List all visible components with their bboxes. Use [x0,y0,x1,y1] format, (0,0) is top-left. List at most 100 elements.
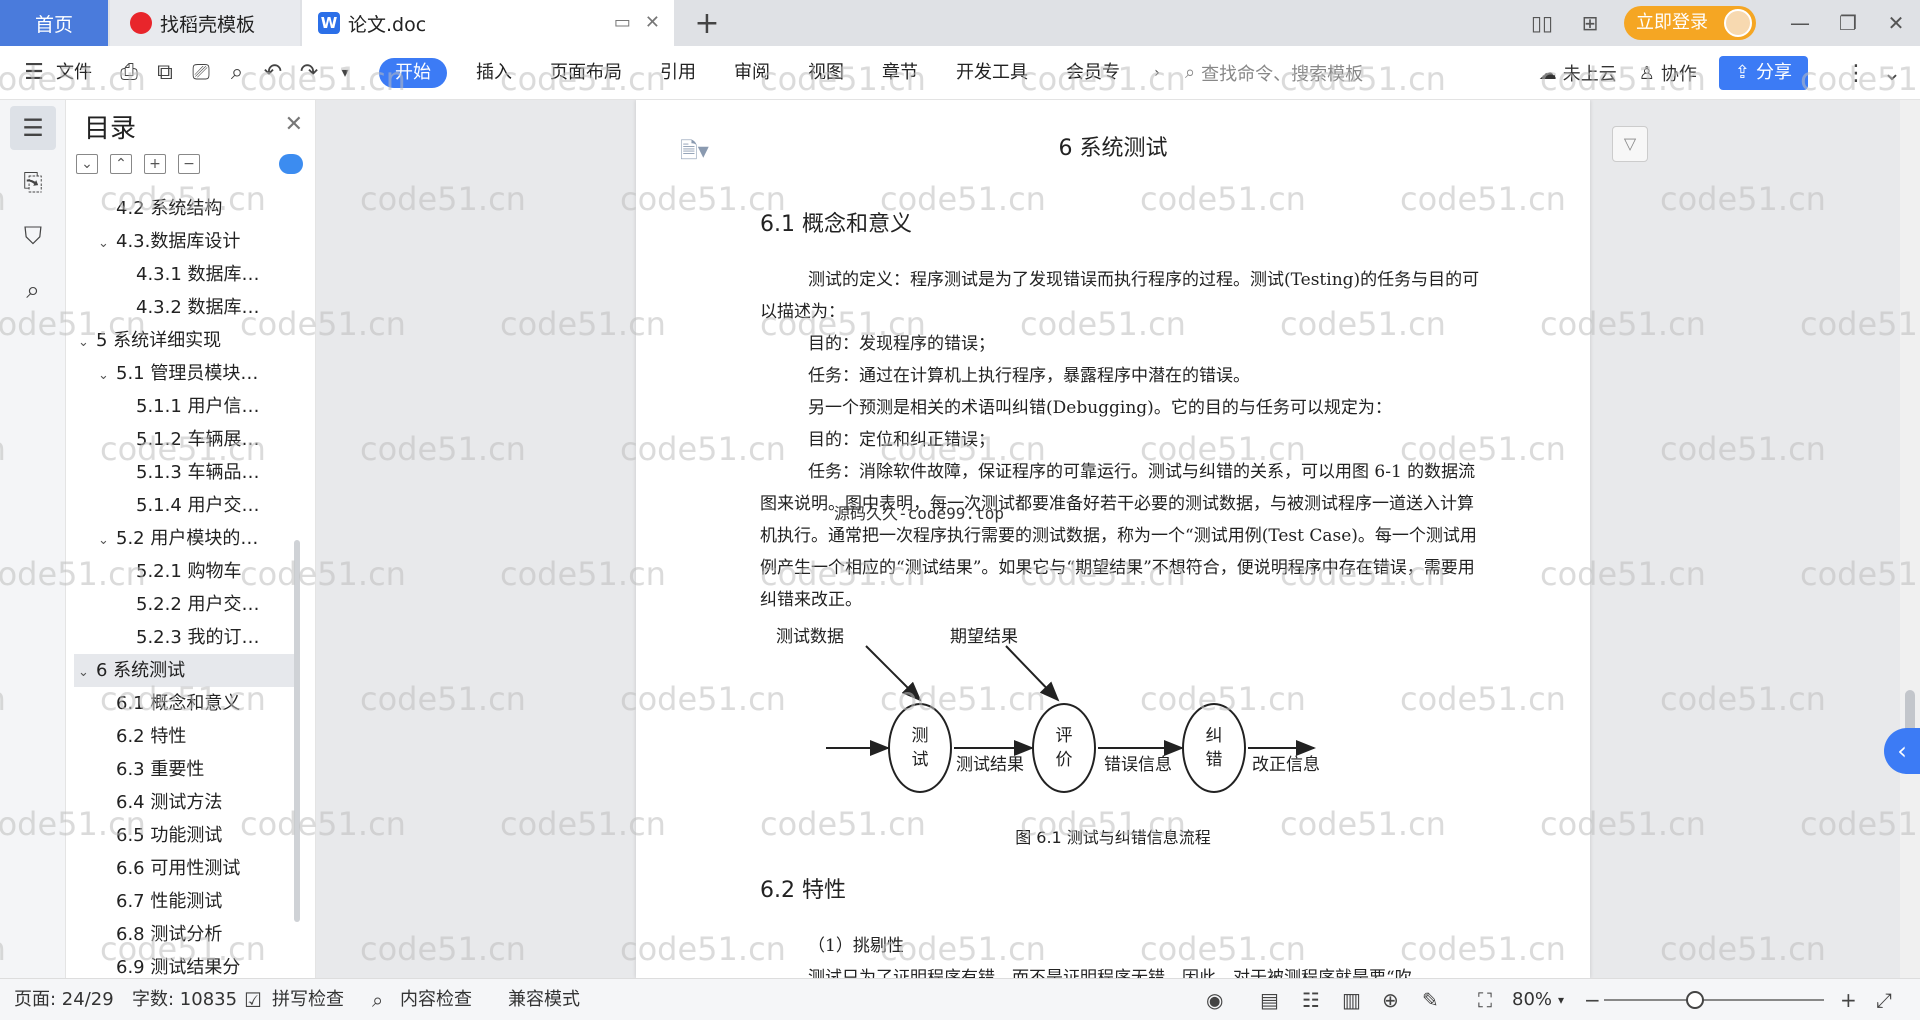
toc-item[interactable]: 5.2.3 我的订… [74,621,294,654]
zoom-slider[interactable] [1604,999,1824,1001]
toc-item[interactable]: 5.2.2 用户交… [74,588,294,621]
more-tabs-icon[interactable]: › [1139,65,1175,81]
write-mode-icon[interactable]: ✎ [1422,979,1439,1020]
new-tab-button[interactable]: + [690,6,724,41]
toc-item[interactable]: ⌄ 4.3.数据库设计 [74,225,294,258]
cloud-status-button[interactable]: ☁ 未上云 [1539,60,1617,86]
web-view-icon[interactable]: ⊕ [1382,979,1399,1020]
toc-scrollbar[interactable] [294,540,300,922]
toc-item[interactable]: 6.5 功能测试 [74,819,294,852]
tab-reference[interactable]: 引用 [641,58,715,88]
menu-file[interactable]: 文件 [52,58,111,88]
zoom-out-icon[interactable]: − [1584,979,1601,1020]
tab-document[interactable]: W 论文.doc ▭ ✕ [302,0,674,46]
chapter-nav-button[interactable]: ⎘ [10,160,56,204]
toc-item[interactable]: 5.1.2 车辆展… [74,423,294,456]
restore-icon[interactable]: ❐ [1824,11,1872,35]
tab-start[interactable]: 开始 [379,57,447,88]
toc-item[interactable]: ⌄ 5.2 用户模块的… [74,522,294,555]
toc-item[interactable]: 5.1.1 用户信… [74,390,294,423]
close-tab-icon[interactable]: ✕ [645,12,660,33]
tab-home[interactable]: 首页 [0,0,108,46]
filter-icon[interactable]: ▽ [1612,126,1648,162]
print-icon[interactable]: ⎚ [183,60,219,85]
chevron-down-icon[interactable]: ⌄ [78,326,96,357]
chevron-down-icon[interactable]: ⌄ [78,656,96,687]
eye-protection-icon[interactable]: ◉ [1206,979,1223,1020]
zoom-dropdown-icon[interactable]: ▾ [1558,979,1564,1020]
page-view-icon[interactable]: ▤ [1260,979,1279,1020]
collaborate-button[interactable]: ♙ 协作 [1639,60,1697,86]
tab-section[interactable]: 章节 [863,58,937,88]
read-view-icon[interactable]: ▥ [1342,979,1361,1020]
toc-item[interactable]: 4.3.1 数据库… [74,258,294,291]
page-count[interactable]: 页面: 24/29 [14,979,114,1020]
toc-item[interactable]: ⌄ 5.1 管理员模块… [74,357,294,390]
save-icon[interactable]: ⎙ [111,60,147,85]
zoom-in-icon[interactable]: + [1840,979,1857,1020]
tab-template[interactable]: 找稻壳模板 [110,0,300,46]
outline-view-icon[interactable]: ☷ [1302,979,1320,1020]
toc-item[interactable]: 5.1.3 车辆品… [74,456,294,489]
toc-item[interactable]: 6.8 测试分析 [74,918,294,951]
tab-member[interactable]: 会员专 [1047,58,1139,88]
toc-item[interactable]: 6.7 性能测试 [74,885,294,918]
toc-panel-button[interactable]: ☰ [10,106,56,150]
collapse-all-icon[interactable]: ⌄ [76,154,98,174]
zoom-slider-handle[interactable] [1686,991,1704,1009]
chevron-down-icon[interactable]: ⌄ [98,227,116,258]
print-preview-icon[interactable]: ⌕ [219,60,255,85]
toc-item[interactable]: 4.3.2 数据库… [74,291,294,324]
toc-item[interactable]: 6.9 测试结果分 [74,951,294,978]
tab-review[interactable]: 审阅 [715,58,789,88]
toc-item[interactable]: 4.2 系统结构 [74,192,294,225]
tab-insert[interactable]: 插入 [457,58,531,88]
close-window-icon[interactable]: ✕ [1872,11,1920,35]
document-page[interactable]: 🗎▾ 6 系统测试 6.1 概念和意义 测试的定义：程序测试是为了发现错误而执行… [636,100,1590,978]
expand-all-icon[interactable]: ⌃ [110,154,132,174]
quick-access-dropdown-icon[interactable]: ▾ [327,65,363,81]
close-icon[interactable]: ✕ [285,112,303,137]
bookmark-icon: ⛉ [24,222,42,250]
redo-icon[interactable]: ↷ [291,60,327,85]
minimize-icon[interactable]: — [1776,11,1824,35]
toc-item[interactable]: 5.2.1 购物车 [74,555,294,588]
undo-icon[interactable]: ↶ [255,60,291,85]
spell-check-button[interactable]: 拼写检查 [272,979,344,1020]
fullscreen-icon[interactable]: ⤢ [1876,979,1892,1020]
toc-item[interactable]: ⌄ 6 系统测试 [74,654,294,687]
apps-grid-icon[interactable]: ⊞ [1566,11,1614,35]
toc-item[interactable]: 6.3 重要性 [74,753,294,786]
toc-item[interactable]: 6.1 概念和意义 [74,687,294,720]
tab-devtools[interactable]: 开发工具 [937,58,1047,88]
toc-item[interactable]: ⌄ 5 系统详细实现 [74,324,294,357]
content-check-button[interactable]: 内容检查 [400,979,472,1020]
tab-view[interactable]: 视图 [789,58,863,88]
side-panel-toggle[interactable]: ‹ [1884,728,1920,774]
toc-item[interactable]: 6.4 测试方法 [74,786,294,819]
collapse-ribbon-icon[interactable]: ⌄ [1874,61,1910,86]
zoom-level[interactable]: 80% [1512,979,1552,1020]
hamburger-menu-icon[interactable]: ☰ [16,60,52,85]
more-options-icon[interactable]: ⋮ [1838,61,1874,86]
remove-heading-icon[interactable]: − [178,154,200,174]
command-search[interactable]: ⌕ 查找命令、搜索模板 [1185,60,1363,86]
share-button[interactable]: ⇪ 分享 [1718,56,1808,90]
toc-item[interactable]: 6.6 可用性测试 [74,852,294,885]
screen-icon[interactable]: ▭ [614,12,631,33]
add-heading-icon[interactable]: + [144,154,166,174]
chevron-down-icon[interactable]: ⌄ [98,524,116,555]
reading-mode-icon[interactable]: ▯▯ [1518,11,1566,35]
tab-layout[interactable]: 页面布局 [531,58,641,88]
word-count[interactable]: 字数: 10835 [132,979,237,1020]
find-button[interactable]: ⌕ [10,268,56,312]
bookmark-button[interactable]: ⛉ [10,214,56,258]
toc-item[interactable]: 5.1.4 用户交… [74,489,294,522]
export-pdf-icon[interactable]: ⧉ [147,60,183,85]
login-button[interactable]: 立即登录 [1624,6,1756,40]
toc-item[interactable]: 6.2 特性 [74,720,294,753]
ai-assistant-icon[interactable] [279,154,303,174]
vertical-scrollbar[interactable] [1900,100,1920,978]
fit-page-icon[interactable]: ⛶ [1478,979,1492,1020]
chevron-down-icon[interactable]: ⌄ [98,359,116,390]
